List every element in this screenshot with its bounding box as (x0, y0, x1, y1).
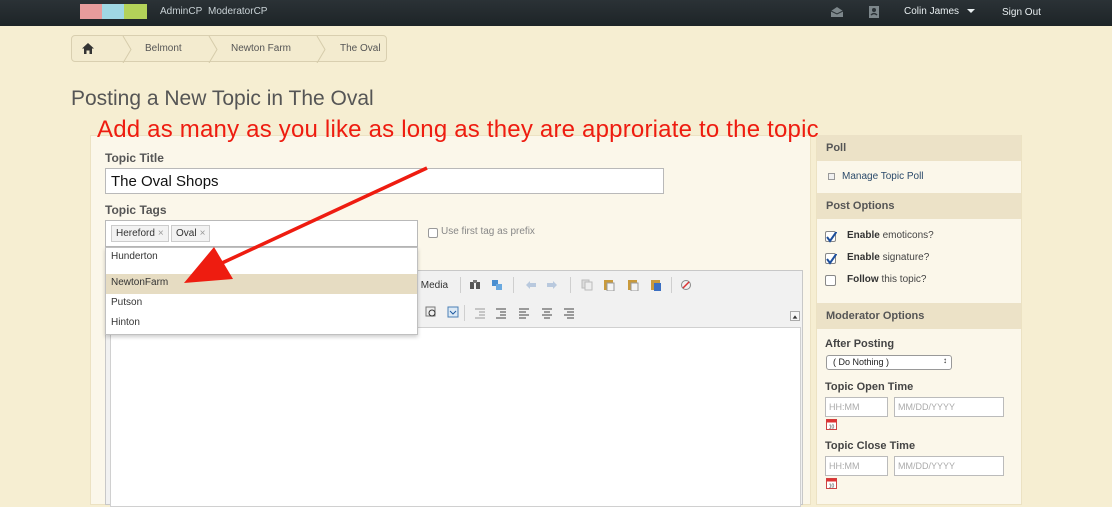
breadcrumb-item-belmont[interactable]: Belmont (145, 43, 182, 54)
moderator-options-header: Moderator Options (817, 303, 1021, 329)
option-keyword: Enable (847, 230, 880, 241)
notifications-icon[interactable] (867, 5, 881, 19)
suggestion-item-highlighted[interactable]: NewtonFarm (106, 274, 417, 294)
option-keyword: Enable (847, 252, 880, 263)
indent-icon[interactable] (495, 307, 507, 319)
admincp-link[interactable]: AdminCP (160, 6, 202, 17)
follow-checkbox[interactable] (825, 275, 836, 286)
caret-up-icon (792, 315, 798, 319)
redo-icon[interactable] (546, 279, 558, 291)
paste-text-icon[interactable] (627, 279, 639, 291)
topic-tags-label: Topic Tags (105, 203, 167, 217)
tag-chip[interactable]: Hereford × (111, 225, 169, 242)
topic-close-time-label: Topic Close Time (825, 440, 916, 452)
checkmark-icon (826, 230, 838, 243)
align-left-icon[interactable] (518, 307, 530, 319)
breadcrumb: Belmont Newton Farm The Oval (71, 35, 387, 63)
select-arrows-icon: ↕ (943, 356, 947, 365)
tag-chip[interactable]: Oval × (171, 225, 211, 242)
calendar-icon[interactable]: 10 (826, 477, 837, 489)
editor-scroll-up-button[interactable] (790, 311, 800, 321)
close-time-input[interactable]: HH:MM (825, 456, 888, 476)
topic-open-time-label: Topic Open Time (825, 381, 914, 393)
open-date-input[interactable]: MM/DD/YYYY (894, 397, 1004, 417)
svg-text:10: 10 (829, 425, 835, 431)
topic-title-input[interactable]: The Oval Shops (105, 168, 664, 194)
tag-remove-icon[interactable]: × (158, 228, 164, 239)
tag-remove-icon[interactable]: × (200, 228, 206, 239)
replace-icon[interactable] (491, 279, 503, 291)
user-menu[interactable]: Colin James (904, 6, 959, 17)
moderatorcp-link[interactable]: ModeratorCP (208, 6, 267, 17)
after-posting-label: After Posting (825, 338, 895, 350)
toolbar-divider (513, 277, 514, 293)
topic-tags-input[interactable]: Hereford × Oval × (105, 220, 418, 247)
inbox-icon[interactable] (830, 5, 844, 19)
option-text: emoticons? (879, 230, 934, 241)
prefix-label: Use first tag as prefix (441, 226, 535, 237)
sign-out-link[interactable]: Sign Out (1002, 7, 1041, 18)
annotation-text: Add as many as you like as long as they … (97, 116, 819, 143)
site-logo-part[interactable] (124, 4, 147, 19)
suggestion-item[interactable]: Hinton (106, 314, 417, 334)
toolbar-divider (460, 277, 461, 293)
home-icon[interactable] (82, 43, 94, 54)
find-icon[interactable] (469, 279, 481, 291)
after-posting-select[interactable]: ( Do Nothing ) ↕ (826, 355, 952, 370)
option-keyword: Follow (847, 274, 879, 285)
signature-option: Enable signature? (847, 252, 929, 263)
breadcrumb-separator (316, 36, 326, 63)
toolbar-divider (671, 277, 672, 293)
bullet-icon (828, 173, 835, 180)
post-options-header: Post Options (817, 193, 1021, 219)
insert-media-button[interactable]: y Media (413, 280, 448, 291)
calendar-icon[interactable]: 10 (826, 418, 837, 430)
site-logo-part[interactable] (102, 4, 124, 19)
emoticons-checkbox[interactable] (825, 230, 838, 243)
option-text: this topic? (878, 274, 927, 285)
open-time-input[interactable]: HH:MM (825, 397, 888, 417)
copy-icon[interactable] (581, 279, 593, 291)
tag-label: Hereford (116, 228, 155, 239)
align-right-icon[interactable] (563, 307, 575, 319)
checkmark-icon (826, 252, 838, 265)
paste-word-icon[interactable] (650, 279, 662, 291)
message-textarea[interactable] (110, 327, 801, 507)
topic-title-label: Topic Title (105, 151, 164, 165)
manage-poll-link[interactable]: Manage Topic Poll (842, 171, 924, 182)
toolbar-divider (570, 277, 571, 293)
outdent-icon[interactable] (474, 307, 486, 319)
breadcrumb-item-newton-farm[interactable]: Newton Farm (231, 43, 291, 54)
follow-option: Follow this topic? (847, 274, 926, 285)
top-navigation-bar: AdminCP ModeratorCP Colin James Sign Out (0, 0, 1112, 26)
align-center-icon[interactable] (541, 307, 553, 319)
preview-icon[interactable] (425, 306, 437, 318)
suggestion-item[interactable]: Putson (106, 294, 417, 314)
breadcrumb-separator (122, 36, 132, 63)
close-date-input[interactable]: MM/DD/YYYY (894, 456, 1004, 476)
suggestion-item[interactable]: Hunderton (106, 248, 417, 268)
breadcrumb-item-the-oval[interactable]: The Oval (340, 43, 381, 54)
site-logo[interactable] (80, 4, 102, 19)
signature-checkbox[interactable] (825, 252, 838, 265)
source-icon[interactable] (447, 306, 459, 318)
remove-format-icon[interactable] (680, 279, 692, 291)
svg-text:10: 10 (829, 484, 835, 490)
toolbar-divider (464, 305, 465, 321)
undo-icon[interactable] (525, 279, 537, 291)
chevron-down-icon[interactable] (967, 9, 975, 13)
poll-header: Poll (817, 135, 1021, 161)
emoticons-option: Enable emoticons? (847, 230, 934, 241)
tag-suggestions-dropdown: Hunderton NewtonFarm Putson Hinton (105, 247, 418, 335)
paste-icon[interactable] (603, 279, 615, 291)
tag-label: Oval (176, 228, 197, 239)
page-title: Posting a New Topic in The Oval (71, 87, 374, 110)
option-text: signature? (879, 252, 930, 263)
prefix-checkbox[interactable] (428, 228, 438, 238)
breadcrumb-separator (208, 36, 218, 63)
select-value: ( Do Nothing ) (833, 357, 890, 367)
